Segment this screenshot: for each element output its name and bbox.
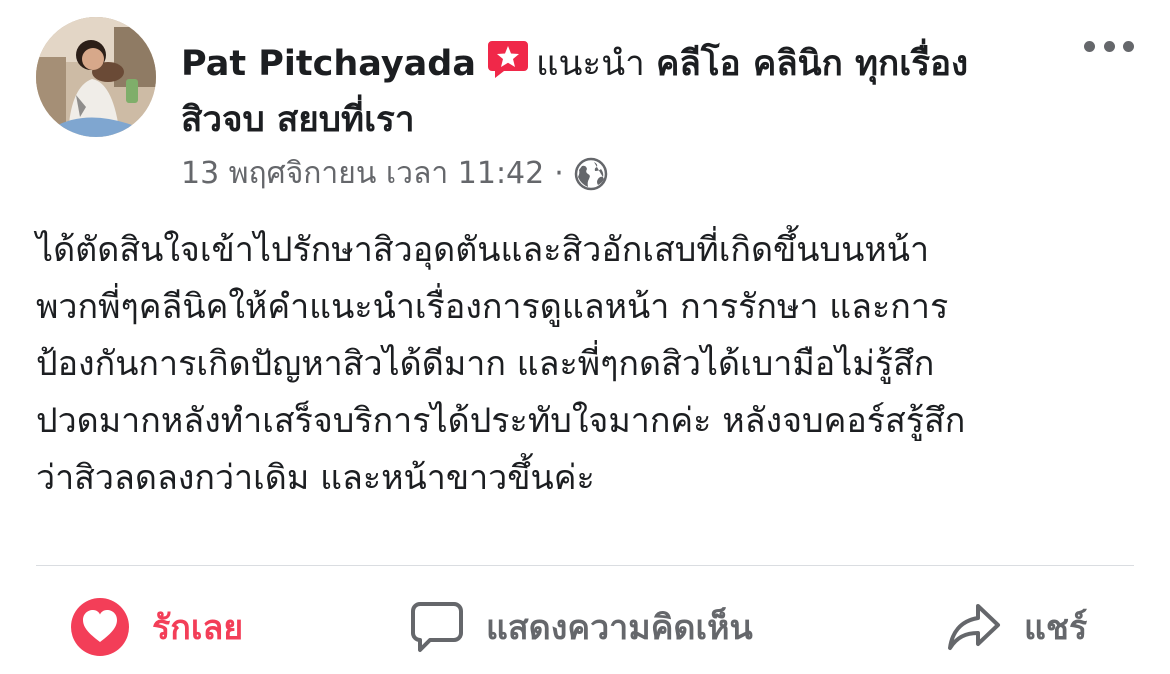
recommendation-star-icon — [486, 39, 530, 79]
comment-label: แสดงความคิดเห็น — [486, 608, 753, 648]
divider — [36, 565, 1134, 566]
comment-button[interactable]: แสดงความคิดเห็น — [410, 590, 753, 664]
post-header: Pat Pitchayada แนะนำ คลีโอ คลินิก ทุกเรื่… — [181, 36, 1061, 148]
meta-separator: · — [554, 156, 564, 191]
heart-icon — [70, 597, 130, 657]
avatar-photo — [36, 17, 156, 137]
recommend-label: แนะนำ — [535, 44, 645, 84]
post-meta: 13 พฤศจิกายน เวลา 11:42 · — [181, 152, 608, 196]
author-name[interactable]: Pat Pitchayada — [181, 44, 476, 84]
post-body: ได้ตัดสินใจเข้าไปรักษาสิวอุดตันและสิวอัก… — [36, 230, 966, 498]
page-name-continued[interactable]: สิวจบ สยบที่เรา — [181, 100, 415, 140]
more-options-icon[interactable] — [1084, 36, 1134, 56]
avatar[interactable] — [36, 17, 156, 137]
share-label: แชร์ — [1024, 608, 1088, 648]
love-label: รักเลย — [152, 608, 244, 648]
page-name[interactable]: คลีโอ คลินิก ทุกเรื่อง — [656, 44, 968, 84]
share-arrow-icon — [946, 602, 1002, 652]
globe-icon[interactable] — [574, 157, 608, 191]
timestamp[interactable]: 13 พฤศจิกายน เวลา 11:42 — [181, 152, 544, 196]
share-button[interactable]: แชร์ — [946, 590, 1087, 664]
comment-icon — [410, 600, 464, 654]
post-actions: รักเลย แสดงความคิดเห็น แชร์ — [0, 590, 1170, 664]
love-button[interactable]: รักเลย — [70, 590, 243, 664]
